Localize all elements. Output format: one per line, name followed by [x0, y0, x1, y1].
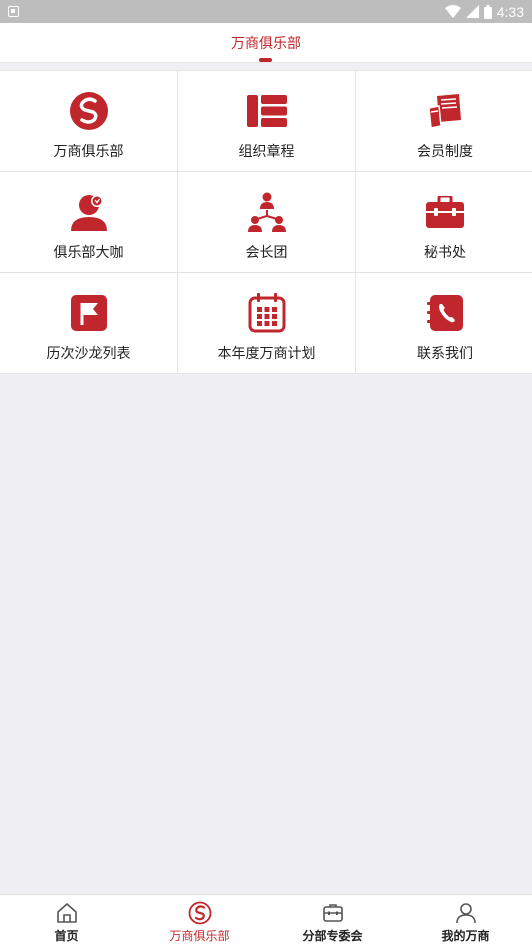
- grid-item-label: 历次沙龙列表: [46, 346, 131, 362]
- grid-item-label: 本年度万商计划: [217, 346, 316, 362]
- grid-item-membership[interactable]: 会员制度: [356, 71, 532, 171]
- nav-item-branches[interactable]: 分部专委会: [266, 895, 399, 944]
- vip-person-icon: [69, 192, 109, 232]
- briefcase-icon: [322, 904, 343, 922]
- grid-item-label: 会员制度: [417, 144, 473, 160]
- wifi-icon: [444, 5, 461, 18]
- user-icon: [455, 903, 476, 924]
- grid-item-presidium[interactable]: 会长团: [178, 172, 355, 272]
- nav-item-home[interactable]: 首页: [0, 895, 133, 944]
- grid-item-label: 万商俱乐部: [53, 144, 124, 160]
- grid-item-salons[interactable]: 历次沙龙列表: [0, 273, 177, 373]
- header: 万商俱乐部: [0, 23, 532, 63]
- grid-item-vip[interactable]: 俱乐部大咖: [0, 172, 177, 272]
- status-time: 4:33: [496, 3, 524, 20]
- grid-item-label: 会长团: [245, 245, 288, 261]
- phone-book-icon: [425, 293, 465, 333]
- org-chart-icon: [247, 192, 287, 232]
- list-icon: [246, 91, 287, 131]
- calendar-icon: [247, 293, 287, 333]
- menu-grid: 万商俱乐部 组织章程 会员制度 俱乐部大咖 会长团 秘书处 历次沙龙列表 本年度…: [0, 70, 532, 374]
- status-bar: 4:33: [0, 0, 532, 23]
- grid-item-contact[interactable]: 联系我们: [356, 273, 532, 373]
- nav-label: 万商俱乐部: [169, 929, 230, 943]
- grid-item-secretariat[interactable]: 秘书处: [356, 172, 532, 272]
- book-icon: [425, 91, 465, 131]
- club-logo-icon: [69, 91, 109, 131]
- nav-item-club[interactable]: 万商俱乐部: [133, 895, 266, 944]
- grid-item-label: 俱乐部大咖: [53, 245, 124, 261]
- nav-label: 首页: [54, 929, 79, 943]
- grid-item-annual-plan[interactable]: 本年度万商计划: [178, 273, 355, 373]
- home-icon: [56, 903, 77, 923]
- club-logo-icon: [188, 901, 211, 925]
- nav-label: 我的万商: [441, 929, 490, 943]
- nav-label: 分部专委会: [302, 929, 363, 943]
- tab-indicator: [259, 58, 272, 62]
- signal-icon: [465, 5, 479, 18]
- battery-icon: [483, 4, 492, 19]
- page-title: 万商俱乐部: [231, 36, 301, 52]
- grid-item-club[interactable]: 万商俱乐部: [0, 71, 177, 171]
- notification-icon: [8, 6, 19, 17]
- grid-item-charter[interactable]: 组织章程: [178, 71, 355, 171]
- grid-item-label: 秘书处: [424, 245, 466, 261]
- briefcase-icon: [425, 192, 465, 232]
- nav-item-me[interactable]: 我的万商: [399, 895, 532, 944]
- bottom-nav: 首页 万商俱乐部 分部专委会 我的万商: [0, 894, 532, 944]
- flag-icon: [69, 293, 109, 333]
- grid-item-label: 组织章程: [238, 144, 295, 160]
- grid-item-label: 联系我们: [417, 346, 473, 362]
